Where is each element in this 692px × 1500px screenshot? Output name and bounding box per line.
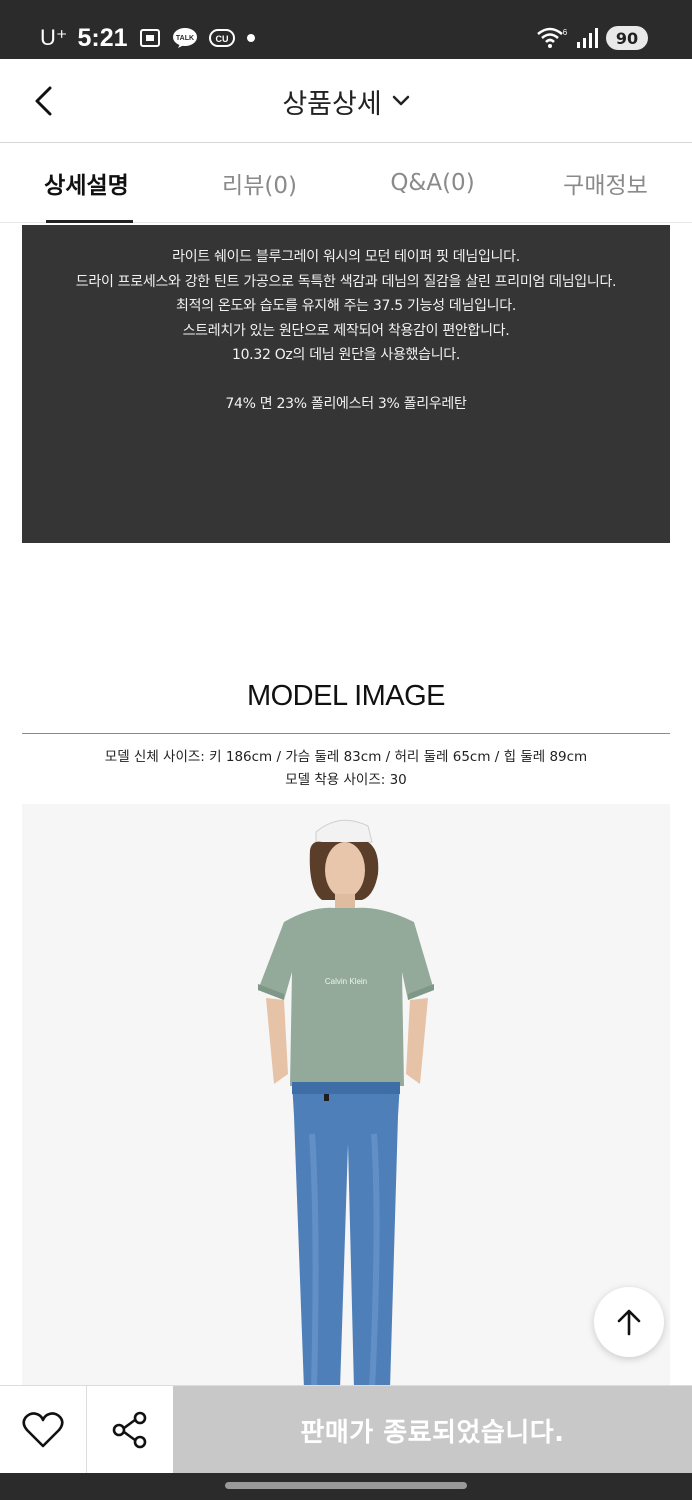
fabric-composition: 74% 면 23% 폴리에스터 3% 폴리우레탄 <box>225 395 467 412</box>
model-wear-size: 모델 착용 사이즈: 30 <box>285 772 407 788</box>
model-size-info: 모델 신체 사이즈: 키 186cm / 가슴 둘레 83cm / 허리 둘레 … <box>0 746 692 792</box>
share-button[interactable] <box>87 1386 173 1474</box>
chevron-down-icon <box>392 95 409 106</box>
page-title: 상품상세 <box>282 88 382 120</box>
tab-description[interactable]: 상세설명 <box>0 143 173 223</box>
tab-reviews[interactable]: 리뷰(0) <box>173 143 346 222</box>
svg-text:6: 6 <box>563 28 568 37</box>
svg-text:TALK: TALK <box>175 35 193 42</box>
tab-qna[interactable]: Q&A(0) <box>346 143 519 222</box>
screenshot-icon <box>138 27 162 49</box>
status-right: 6 90 <box>536 24 648 52</box>
status-bar: U⁺ 5:21 TALK CU 6 90 <box>0 0 692 59</box>
sold-out-button[interactable]: 판매가 종료되었습니다. <box>173 1386 692 1474</box>
bottom-action-bar: 판매가 종료되었습니다. <box>0 1385 692 1474</box>
product-description-box: 라이트 쉐이드 블루그레이 워시의 모던 테이퍼 핏 데님입니다. 드라이 프로… <box>22 225 670 543</box>
detail-tabs: 상세설명 리뷰(0) Q&A(0) 구매정보 <box>0 143 692 223</box>
battery-indicator: 90 <box>606 26 648 50</box>
svg-text:CU: CU <box>215 34 228 44</box>
description-line: 스트레치가 있는 원단으로 제작되어 착용감이 편안합니다. <box>182 322 510 339</box>
page-title-dropdown[interactable]: 상품상세 <box>0 79 692 123</box>
home-indicator[interactable] <box>225 1482 467 1489</box>
model-body-size: 모델 신체 사이즈: 키 186cm / 가슴 둘레 83cm / 허리 둘레 … <box>104 749 588 765</box>
heart-icon <box>22 1412 64 1448</box>
dot-icon <box>246 33 256 43</box>
signal-icon <box>576 27 598 49</box>
app-header: 상품상세 <box>0 59 692 143</box>
arrow-up-icon <box>617 1309 641 1336</box>
cu-icon: CU <box>208 27 236 49</box>
status-left: U⁺ 5:21 TALK CU <box>40 22 256 54</box>
like-button[interactable] <box>0 1386 87 1474</box>
divider <box>22 733 670 734</box>
system-nav-bar <box>0 1473 692 1500</box>
carrier-label: U⁺ <box>40 25 68 50</box>
description-line: 10.32 Oz의 데님 원단을 사용했습니다. <box>231 347 461 363</box>
description-line: 드라이 프로세스와 강한 틴트 가공으로 독특한 색감과 데님의 질감을 살린 … <box>75 273 617 290</box>
wifi-icon: 6 <box>536 26 568 50</box>
shirt-logo: Calvin Klein <box>325 977 367 986</box>
share-icon <box>112 1411 147 1449</box>
clock: 5:21 <box>77 23 128 52</box>
description-line: 라이트 쉐이드 블루그레이 워시의 모던 테이퍼 핏 데님입니다. <box>172 249 520 265</box>
model-photo: Calvin Klein <box>22 804 670 1389</box>
kakaotalk-icon: TALK <box>172 27 198 49</box>
tab-purchase-info[interactable]: 구매정보 <box>519 143 692 222</box>
model-image-heading: MODEL IMAGE <box>246 680 446 712</box>
scroll-to-top-button[interactable] <box>594 1287 664 1357</box>
description-line: 최적의 온도와 습도를 유지해 주는 37.5 기능성 데님입니다. <box>176 298 516 314</box>
